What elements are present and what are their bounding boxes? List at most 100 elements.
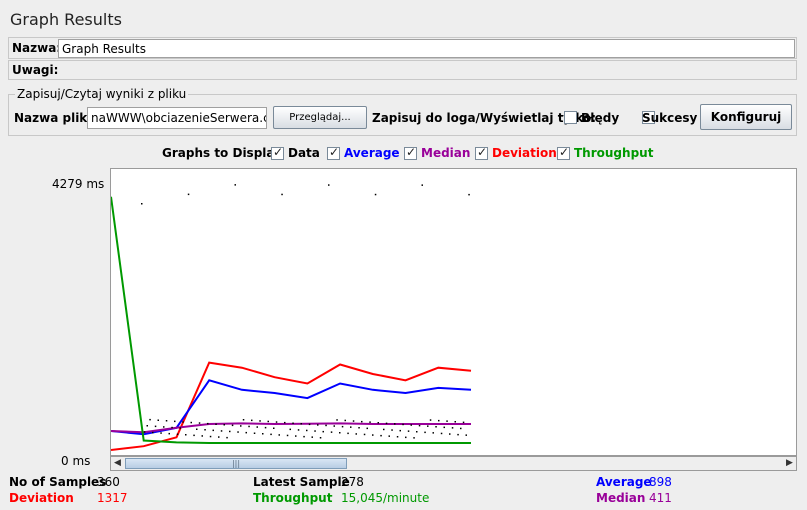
- data-point: [201, 435, 203, 437]
- series-line-average: [110, 379, 472, 436]
- median-checkbox[interactable]: [404, 145, 417, 160]
- data-point: [429, 419, 432, 421]
- data-point: [226, 436, 228, 439]
- legend-data[interactable]: Data: [271, 145, 320, 160]
- data-point: [308, 423, 311, 426]
- data-point: [314, 430, 316, 432]
- data-point: [207, 422, 209, 425]
- legend-median[interactable]: Median: [404, 145, 470, 160]
- data-point: [396, 436, 399, 438]
- data-point: [198, 422, 201, 424]
- latest-label: Latest Sample: [253, 475, 350, 489]
- latest-value: 278: [341, 475, 364, 489]
- legend-average[interactable]: Average: [327, 145, 400, 160]
- data-point: [377, 422, 379, 424]
- data-point: [174, 420, 176, 423]
- data-point: [407, 430, 410, 432]
- series-line-throughput: [110, 196, 471, 444]
- deviation-stat-value: 1317: [97, 491, 128, 505]
- data-point: [317, 424, 319, 426]
- data-point: [295, 435, 297, 437]
- data-point: [311, 436, 313, 438]
- graph-svg: [110, 184, 472, 451]
- horizontal-scrollbar[interactable]: ◀ ||| ▶: [110, 456, 797, 471]
- data-point: [240, 425, 242, 427]
- legend-throughput[interactable]: Throughput: [557, 145, 653, 160]
- name-input[interactable]: Graph Results: [58, 39, 795, 58]
- average-checkbox[interactable]: [327, 145, 340, 160]
- data-point: [300, 423, 302, 425]
- data-point: [176, 433, 179, 435]
- throughput-checkbox[interactable]: [557, 145, 570, 160]
- file-group-title: Zapisuj/Czytaj wyniki z pliku: [15, 87, 189, 101]
- errors-checkbox[interactable]: [564, 111, 577, 124]
- data-point: [333, 425, 335, 427]
- data-point: [361, 420, 363, 423]
- data-point: [264, 426, 267, 429]
- scroll-right-icon[interactable]: ▶: [783, 457, 796, 470]
- data-point: [440, 432, 443, 435]
- data-point: [165, 420, 168, 422]
- data-point: [251, 419, 253, 422]
- configure-button[interactable]: Konfiguruj: [700, 104, 792, 130]
- name-row: Nazwa: Graph Results: [8, 37, 797, 59]
- data-point: [223, 424, 225, 426]
- data-point: [410, 424, 412, 426]
- data-point: [204, 429, 206, 431]
- data-point: [273, 427, 275, 429]
- graph-area: [110, 168, 797, 456]
- data-point: [322, 430, 324, 433]
- data-point: [462, 421, 465, 424]
- series-line-deviation: [110, 361, 472, 451]
- data-point: [366, 427, 368, 430]
- data-point: [286, 434, 289, 437]
- data-point: [352, 420, 355, 422]
- data-point: [413, 437, 415, 439]
- data-point: [350, 426, 352, 428]
- data-point: [303, 435, 305, 438]
- data-point: [336, 419, 338, 421]
- browse-button[interactable]: Przeglądaj...: [273, 106, 367, 129]
- data-point: [438, 419, 440, 422]
- data-point: [141, 203, 143, 205]
- data-point: [347, 432, 349, 435]
- data-point: [231, 424, 234, 427]
- data-point: [372, 434, 374, 436]
- data-point: [319, 437, 322, 439]
- data-point: [330, 431, 333, 433]
- filename-input[interactable]: naWWW\obciazenieSerwera.csv: [87, 107, 267, 129]
- data-point: [421, 184, 423, 186]
- average-legend-label: Average: [344, 146, 400, 160]
- data-point: [325, 424, 327, 427]
- comments-input[interactable]: [58, 62, 795, 79]
- data-point: [297, 429, 300, 431]
- data-point: [369, 421, 371, 423]
- data-point: [267, 420, 269, 423]
- data-point: [154, 425, 157, 428]
- legend-deviation[interactable]: Deviation: [475, 145, 557, 160]
- window-title: Graph Results: [10, 10, 122, 29]
- scroll-left-icon[interactable]: ◀: [111, 457, 124, 470]
- y-min-label: 0 ms: [61, 454, 91, 468]
- data-point: [355, 433, 357, 435]
- average-stat-value: 898: [649, 475, 672, 489]
- average-stat-label: Average: [596, 475, 652, 489]
- scroll-thumb[interactable]: |||: [125, 458, 347, 469]
- data-point: [179, 427, 181, 429]
- data-point: [190, 421, 192, 424]
- data-point: [391, 429, 393, 431]
- data-point: [457, 433, 459, 436]
- data-point: [451, 427, 454, 429]
- data-point: [234, 184, 236, 186]
- data-point: [171, 426, 173, 429]
- deviation-checkbox[interactable]: [475, 145, 488, 160]
- data-point: [328, 184, 330, 186]
- data-point: [256, 426, 258, 428]
- data-point: [424, 431, 426, 434]
- data-point: [146, 425, 148, 427]
- data-point: [374, 193, 377, 196]
- data-point: [344, 419, 346, 422]
- data-checkbox[interactable]: [271, 145, 284, 160]
- filename-label: Nazwa pliku: [14, 111, 96, 125]
- data-point: [220, 430, 223, 432]
